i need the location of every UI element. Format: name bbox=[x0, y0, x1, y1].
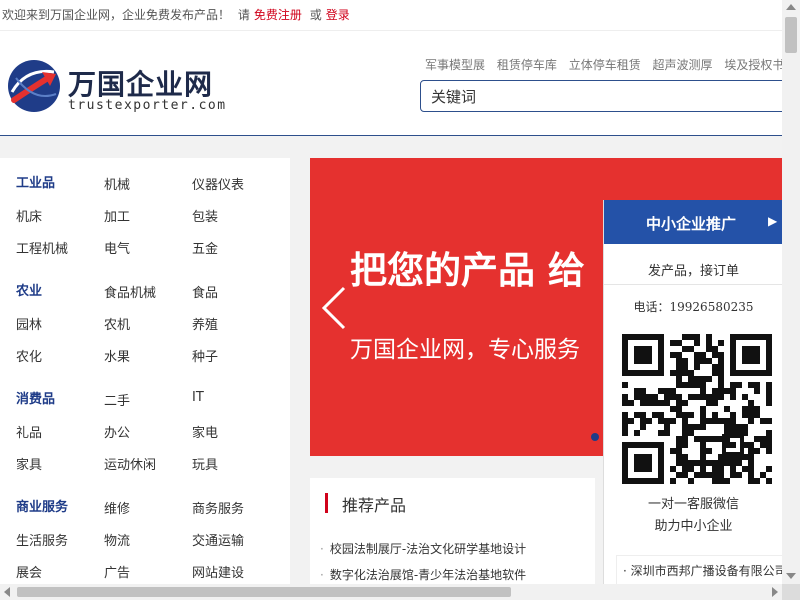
category-item[interactable]: 园林 bbox=[16, 314, 42, 333]
site-logo-domain: trustexporter.com bbox=[68, 98, 227, 113]
site-logo-title[interactable]: 万国企业网 bbox=[68, 63, 213, 103]
chevron-left-icon[interactable] bbox=[316, 284, 348, 332]
category-item[interactable]: 包装 bbox=[192, 206, 218, 225]
banner-pager-dot[interactable] bbox=[591, 433, 599, 441]
category-item[interactable]: 工程机械 bbox=[16, 238, 68, 257]
login-link[interactable]: 登录 bbox=[326, 8, 350, 22]
banner-headline: 把您的产品 给 bbox=[350, 249, 585, 292]
category-item[interactable]: 生活服务 bbox=[16, 530, 68, 549]
recommended-item[interactable]: · 校园法制展厅-法治文化研学基地设计 bbox=[320, 540, 526, 557]
top-welcome-bar: 欢迎来到万国企业网，企业免费发布产品！ 请免费注册 或登录 bbox=[0, 0, 782, 31]
category-item[interactable]: 展会 bbox=[16, 562, 42, 581]
hotword-link[interactable]: 军事模型展 bbox=[425, 58, 485, 72]
category-item[interactable]: 加工 bbox=[104, 206, 130, 225]
divider bbox=[604, 284, 783, 285]
hotword-link[interactable]: 立体停车租赁 bbox=[569, 58, 641, 72]
recommended-item-label[interactable]: 校园法制展厅-法治文化研学基地设计 bbox=[330, 542, 526, 556]
category-item[interactable]: 二手 bbox=[104, 390, 130, 409]
category-item[interactable]: 农化 bbox=[16, 346, 42, 365]
vertical-scrollbar[interactable] bbox=[782, 0, 800, 584]
category-item[interactable]: 水果 bbox=[104, 346, 130, 365]
scroll-right-icon[interactable] bbox=[772, 587, 778, 597]
recommended-item-label[interactable]: 数字化法治展馆-青少年法治基地软件 bbox=[330, 568, 526, 582]
promo-phone: 电话：19926580235 bbox=[604, 298, 783, 315]
hotword-link[interactable]: 超声波测厚 bbox=[653, 58, 713, 72]
triangle-right-icon[interactable]: ▶ bbox=[768, 214, 777, 228]
scroll-left-icon[interactable] bbox=[4, 587, 10, 597]
recommended-products-panel: 推荐产品 · 校园法制展厅-法治文化研学基地设计 · 数字化法治展馆-青少年法治基地… bbox=[310, 478, 595, 588]
hotword-link[interactable]: 租赁停车库 bbox=[497, 58, 557, 72]
category-head[interactable]: 工业品 bbox=[16, 172, 55, 191]
banner-subline: 万国企业网，专心服务 bbox=[350, 337, 580, 363]
category-item[interactable]: 运动休闲 bbox=[104, 454, 156, 473]
category-item[interactable]: 养殖 bbox=[192, 314, 218, 333]
search-box bbox=[420, 80, 790, 113]
phone-label: 电话： bbox=[633, 300, 670, 314]
section-marker bbox=[325, 493, 328, 513]
promo-header[interactable]: 中小企业推广 ▶ bbox=[604, 200, 783, 244]
phone-number: 19926580235 bbox=[669, 300, 754, 314]
category-item[interactable]: 玩具 bbox=[192, 454, 218, 473]
hotword-link[interactable]: 埃及授权书 bbox=[724, 58, 784, 72]
wechat-qr-code-icon bbox=[622, 334, 772, 484]
category-item[interactable]: 仪器仪表 bbox=[192, 174, 244, 193]
category-item[interactable]: 办公 bbox=[104, 422, 130, 441]
category-item[interactable]: 机械 bbox=[104, 174, 130, 193]
search-input[interactable] bbox=[421, 81, 773, 113]
category-item[interactable]: 商务服务 bbox=[192, 498, 244, 517]
globe-arrow-logo-icon[interactable] bbox=[6, 58, 62, 114]
scrollbar-corner bbox=[782, 584, 800, 600]
please-text: 请 bbox=[237, 8, 250, 22]
category-item[interactable]: 种子 bbox=[192, 346, 218, 365]
category-item[interactable]: 物流 bbox=[104, 530, 130, 549]
category-item[interactable]: 家电 bbox=[192, 422, 218, 441]
category-item[interactable]: 家具 bbox=[16, 454, 42, 473]
promo-title: 中小企业推广 bbox=[646, 215, 737, 233]
category-item[interactable]: 广告 bbox=[104, 562, 130, 581]
company-link[interactable]: · 深圳市西邦广播设备有限公司 bbox=[616, 555, 786, 587]
bullet-icon: · bbox=[320, 542, 324, 556]
category-head[interactable]: 消费品 bbox=[16, 388, 55, 407]
category-item[interactable]: 礼品 bbox=[16, 422, 42, 441]
sme-promo-panel: 中小企业推广 ▶ 发产品，接订单 电话：19926580235 一对一客服微信 … bbox=[603, 200, 786, 587]
or-text: 或 bbox=[309, 8, 322, 22]
category-item[interactable]: 电气 bbox=[104, 238, 130, 257]
category-item[interactable]: 网站建设 bbox=[192, 562, 244, 581]
vertical-scroll-thumb[interactable] bbox=[785, 17, 797, 53]
welcome-text: 欢迎来到万国企业网，企业免费发布产品！ bbox=[2, 8, 231, 22]
category-item[interactable]: 机床 bbox=[16, 206, 42, 225]
horizontal-scroll-thumb[interactable] bbox=[17, 587, 511, 597]
site-header: 万国企业网 trustexporter.com 军事模型展 租赁停车库 立体停车… bbox=[0, 31, 800, 136]
category-panel: 工业品 机械 仪器仪表 机床 加工 包装 工程机械 电气 五金 农业 食品机械 … bbox=[0, 158, 290, 588]
category-item[interactable]: 交通运输 bbox=[192, 530, 244, 549]
category-item[interactable]: 维修 bbox=[104, 498, 130, 517]
recommended-item[interactable]: · 数字化法治展馆-青少年法治基地软件 bbox=[320, 566, 526, 583]
category-item[interactable]: 五金 bbox=[192, 238, 218, 257]
register-link[interactable]: 免费注册 bbox=[254, 8, 302, 22]
category-head[interactable]: 农业 bbox=[16, 280, 42, 299]
category-item[interactable]: 农机 bbox=[104, 314, 130, 333]
category-item[interactable]: IT bbox=[192, 390, 204, 405]
category-head[interactable]: 商业服务 bbox=[16, 496, 68, 515]
promo-subtitle: 发产品，接订单 bbox=[647, 264, 739, 279]
category-item[interactable]: 食品机械 bbox=[104, 282, 156, 301]
category-item[interactable]: 食品 bbox=[192, 282, 218, 301]
bullet-icon: · bbox=[320, 568, 324, 582]
promo-caption-wechat: 一对一客服微信 bbox=[647, 497, 739, 512]
promo-caption-sme: 助力中小企业 bbox=[654, 519, 733, 534]
scroll-down-icon[interactable] bbox=[786, 573, 796, 579]
recommended-title: 推荐产品 bbox=[342, 496, 407, 515]
hot-keywords: 军事模型展 租赁停车库 立体停车租赁 超声波测厚 埃及授权书 埃 bbox=[425, 56, 800, 73]
horizontal-scrollbar[interactable] bbox=[0, 584, 782, 600]
company-name: 深圳市西邦广播设备有限公司 bbox=[630, 564, 786, 578]
bullet-icon: · bbox=[623, 564, 631, 578]
scroll-up-icon[interactable] bbox=[786, 4, 796, 10]
